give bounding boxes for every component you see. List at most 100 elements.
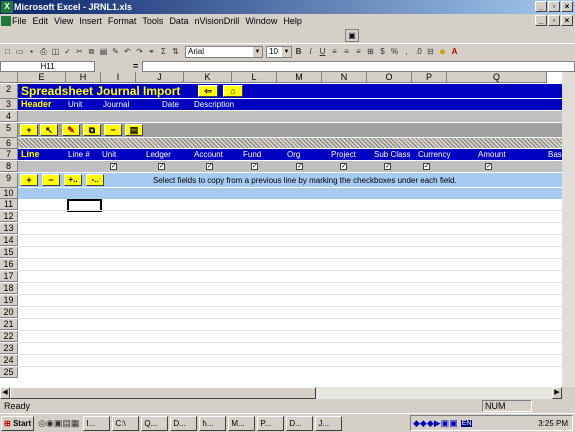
row-header[interactable]: 20 <box>0 307 18 318</box>
column-header[interactable]: I <box>101 72 136 83</box>
autosum-icon[interactable]: Σ <box>158 46 169 57</box>
decimal-icon[interactable]: .0 <box>413 46 424 57</box>
column-header[interactable]: P <box>412 72 447 83</box>
task-item-3[interactable]: Q... <box>141 415 169 431</box>
redo-icon[interactable]: ↷ <box>134 46 145 57</box>
row-header[interactable]: 22 <box>0 331 18 342</box>
row-header[interactable]: 2 <box>0 84 18 99</box>
formula-input[interactable] <box>142 60 575 72</box>
task-item-6[interactable]: M... <box>228 415 256 431</box>
fill-color-icon[interactable]: ◆ <box>437 46 448 57</box>
header-input-band[interactable] <box>18 111 562 122</box>
tray-icons[interactable]: ◆◆◆▶▣▣ <box>413 418 458 429</box>
italic-icon[interactable]: I <box>305 46 316 57</box>
menu-help[interactable]: Help <box>283 14 302 28</box>
doc-minimize-button[interactable]: _ <box>535 15 547 26</box>
row-header[interactable]: 17 <box>0 271 18 282</box>
row-header[interactable]: 10 <box>0 188 18 199</box>
size-select[interactable]: 10 ▼ <box>266 45 292 58</box>
row-header[interactable]: 25 <box>0 367 18 378</box>
font-select[interactable]: Arial ▼ <box>185 45 263 58</box>
copy-account-checkbox[interactable]: ✓ <box>206 163 213 170</box>
doc-close-button[interactable]: × <box>561 15 573 26</box>
column-header[interactable]: K <box>184 72 232 83</box>
task-item-9[interactable]: J... <box>315 415 343 431</box>
close-button[interactable]: × <box>561 1 573 12</box>
align-right-icon[interactable]: ≡ <box>353 46 364 57</box>
menu-data[interactable]: Data <box>169 14 188 28</box>
sort-icon[interactable]: ⇅ <box>170 46 181 57</box>
align-center-icon[interactable]: ≡ <box>341 46 352 57</box>
undo-icon[interactable]: ↶ <box>122 46 133 57</box>
row-header[interactable]: 23 <box>0 343 18 354</box>
column-header[interactable]: N <box>322 72 367 83</box>
start-button[interactable]: ⊞ Start <box>1 415 35 431</box>
row-header[interactable]: 9 <box>0 173 18 188</box>
row-header[interactable]: 4 <box>0 111 18 122</box>
menu-window[interactable]: Window <box>245 14 277 28</box>
copy-amount-checkbox[interactable]: ✓ <box>485 163 492 170</box>
row-header[interactable]: 15 <box>0 247 18 258</box>
column-header[interactable]: H <box>66 72 101 83</box>
comma-icon[interactable]: , <box>401 46 412 57</box>
copy-unit-checkbox[interactable]: ✓ <box>110 163 117 170</box>
row-header[interactable]: 5 <box>0 123 18 138</box>
add-header-button[interactable]: + <box>20 124 38 136</box>
scroll-track[interactable] <box>316 387 552 399</box>
scroll-right-icon[interactable]: ▶ <box>552 387 562 399</box>
copy-header-button[interactable]: ⧉ <box>83 124 101 136</box>
menu-format[interactable]: Format <box>108 14 137 28</box>
add-lines-button[interactable]: +.. <box>64 174 82 186</box>
row-header[interactable]: 18 <box>0 283 18 294</box>
select-all-corner[interactable] <box>0 72 18 83</box>
edit-header-button[interactable]: ✎ <box>62 124 80 136</box>
new-icon[interactable]: □ <box>2 46 13 57</box>
percent-icon[interactable]: % <box>389 46 400 57</box>
row-header[interactable]: 24 <box>0 355 18 366</box>
name-box[interactable]: H11 <box>0 60 95 72</box>
row-header[interactable]: 21 <box>0 319 18 330</box>
borders-icon[interactable]: ⊟ <box>425 46 436 57</box>
delete-header-button[interactable]: − <box>104 124 122 136</box>
row-header[interactable]: 12 <box>0 211 18 222</box>
format-painter-icon[interactable]: ✎ <box>110 46 121 57</box>
floating-toolbar-icon[interactable]: ▣ <box>345 29 359 42</box>
bold-icon[interactable]: B <box>293 46 304 57</box>
quick-launch-icons[interactable]: ◎◉▣▤▦ <box>38 418 79 429</box>
menu-view[interactable]: View <box>54 14 73 28</box>
merge-icon[interactable]: ⊞ <box>365 46 376 57</box>
task-item-5[interactable]: h... <box>199 415 227 431</box>
copy-icon[interactable]: ⧉ <box>86 46 97 57</box>
column-header[interactable]: J <box>136 72 184 83</box>
spell-icon[interactable]: ✓ <box>62 46 73 57</box>
column-header[interactable]: L <box>232 72 277 83</box>
underline-icon[interactable]: U <box>317 46 328 57</box>
column-header[interactable]: Q <box>447 72 547 83</box>
copy-org-checkbox[interactable]: ✓ <box>296 163 303 170</box>
column-header[interactable]: M <box>277 72 322 83</box>
menu-edit[interactable]: Edit <box>33 14 49 28</box>
column-header[interactable]: O <box>367 72 412 83</box>
add-line-button[interactable]: + <box>20 174 38 186</box>
copy-fund-checkbox[interactable]: ✓ <box>251 163 258 170</box>
task-item-4[interactable]: D... <box>170 415 198 431</box>
row-header[interactable]: 19 <box>0 295 18 306</box>
copy-currency-checkbox[interactable]: ✓ <box>423 163 430 170</box>
scroll-left-icon[interactable]: ◀ <box>0 387 10 399</box>
row-header[interactable]: 16 <box>0 259 18 270</box>
print-icon[interactable]: ⎙ <box>38 46 49 57</box>
vertical-scrollbar[interactable] <box>562 72 575 387</box>
copy-subclass-checkbox[interactable]: ✓ <box>384 163 391 170</box>
select-header-button[interactable]: ↖ <box>40 124 58 136</box>
doc-restore-button[interactable]: ▫ <box>548 15 560 26</box>
row-header[interactable]: 14 <box>0 235 18 246</box>
menu-file[interactable]: File <box>12 14 27 28</box>
open-icon[interactable]: ▭ <box>14 46 25 57</box>
import-button[interactable]: ⇦ <box>198 85 218 97</box>
row-header[interactable]: 3 <box>0 99 18 110</box>
menu-insert[interactable]: Insert <box>79 14 102 28</box>
scroll-thumb[interactable] <box>10 387 316 399</box>
row-header[interactable]: 11 <box>0 199 18 210</box>
document-icon[interactable] <box>1 16 11 26</box>
copy-ledger-checkbox[interactable]: ✓ <box>158 163 165 170</box>
